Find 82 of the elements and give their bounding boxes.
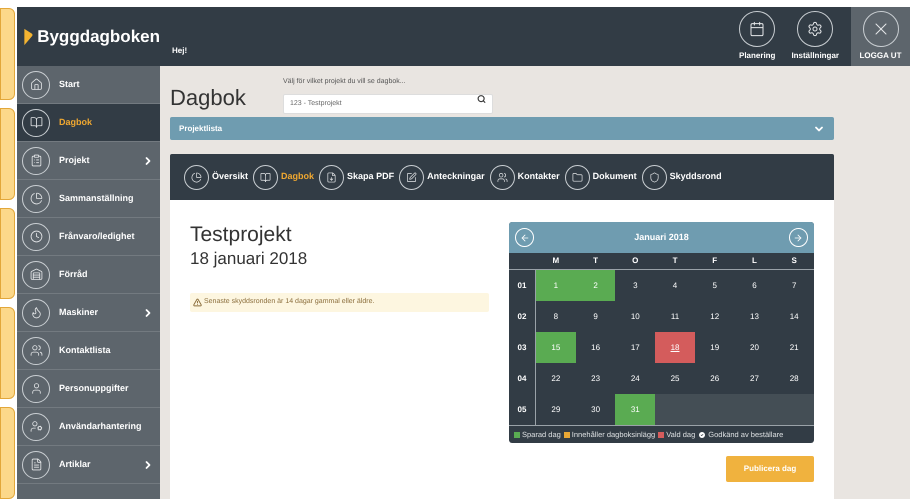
calendar-day[interactable]: 14 bbox=[774, 301, 814, 332]
calendar-day[interactable]: 6 bbox=[734, 270, 774, 301]
header-button[interactable]: Planering bbox=[730, 7, 784, 66]
person-icon bbox=[22, 374, 50, 402]
calendar-day[interactable]: 21 bbox=[774, 332, 814, 363]
calendar-day[interactable]: 9 bbox=[576, 301, 616, 332]
clipboard-icon bbox=[22, 146, 50, 174]
document-icon bbox=[22, 450, 50, 478]
header-button[interactable]: Inställningar bbox=[783, 7, 847, 66]
pie-chart-icon bbox=[22, 184, 50, 212]
book-icon bbox=[22, 108, 50, 136]
page-title: Dagbok bbox=[170, 84, 247, 112]
calendar-day[interactable]: 27 bbox=[734, 363, 774, 394]
calendar-day[interactable]: 4 bbox=[655, 270, 695, 301]
week-number: 04 bbox=[509, 363, 536, 394]
warehouse-icon bbox=[22, 260, 50, 288]
tab[interactable]: Dagbok bbox=[253, 164, 314, 190]
search-icon bbox=[477, 94, 486, 104]
tab[interactable]: Skapa PDF bbox=[319, 164, 394, 190]
brand-name: Byggdagboken bbox=[37, 26, 160, 48]
settings-icon bbox=[797, 11, 834, 47]
user-gear-icon bbox=[22, 412, 50, 440]
people-icon bbox=[22, 336, 50, 364]
tab[interactable]: Skyddsrond bbox=[642, 164, 722, 190]
tab[interactable]: Översikt bbox=[184, 164, 248, 190]
document-icon bbox=[319, 164, 344, 190]
shield-icon bbox=[642, 164, 667, 190]
calendar-month: Januari 2018 bbox=[634, 230, 689, 244]
house-icon bbox=[22, 70, 50, 98]
tab[interactable]: Anteckningar bbox=[399, 164, 485, 190]
calendar-icon bbox=[739, 11, 776, 47]
weekday-label: L bbox=[751, 255, 758, 267]
calendar-day[interactable]: 23 bbox=[576, 363, 616, 394]
project-name: Testprojekt bbox=[190, 222, 293, 248]
calendar-day[interactable]: 17 bbox=[615, 332, 656, 363]
book-icon bbox=[253, 164, 278, 190]
calendar-day[interactable]: 20 bbox=[734, 332, 774, 363]
calendar-day[interactable]: 24 bbox=[615, 363, 656, 394]
pie-chart-icon bbox=[184, 164, 209, 190]
calendar-day[interactable]: 3 bbox=[615, 270, 656, 301]
weekday-label: S bbox=[790, 255, 798, 267]
check-icon bbox=[698, 430, 706, 439]
previous-month-button[interactable] bbox=[515, 228, 534, 247]
greeting: Hej! bbox=[172, 45, 188, 57]
weekday-label: F bbox=[711, 255, 718, 267]
tab[interactable]: Kontakter bbox=[490, 164, 560, 190]
flame-icon bbox=[22, 298, 50, 326]
weekday-label: M bbox=[552, 255, 560, 267]
calendar-day[interactable]: 30 bbox=[576, 394, 616, 425]
people-icon bbox=[490, 164, 515, 190]
calendar-day[interactable]: 10 bbox=[615, 301, 656, 332]
project-date: 18 januari 2018 bbox=[190, 248, 308, 270]
weekday-label: T bbox=[592, 255, 600, 267]
calendar-day[interactable]: 28 bbox=[774, 363, 814, 394]
calendar-day[interactable]: 8 bbox=[536, 301, 576, 332]
calendar-day[interactable]: 22 bbox=[536, 363, 576, 394]
calendar-day[interactable]: 29 bbox=[536, 394, 576, 425]
close-icon bbox=[862, 11, 898, 47]
next-month-button[interactable] bbox=[788, 228, 808, 247]
week-number: 05 bbox=[509, 394, 536, 425]
calendar-day[interactable]: 7 bbox=[774, 270, 814, 301]
sidebar-item[interactable]: Dagbok bbox=[17, 104, 160, 142]
calendar-day[interactable]: 13 bbox=[734, 301, 774, 332]
arrow-left-icon bbox=[520, 232, 530, 242]
logout-button[interactable]: LOGGA UT bbox=[851, 7, 910, 66]
week-number: 02 bbox=[509, 301, 536, 332]
weekday-label: O bbox=[631, 255, 640, 267]
folder-icon bbox=[564, 164, 590, 190]
tab[interactable]: Dokument bbox=[564, 164, 637, 190]
note-icon bbox=[399, 164, 424, 190]
calendar-day[interactable]: 16 bbox=[576, 332, 616, 363]
clock-icon bbox=[22, 222, 50, 250]
calendar-day[interactable]: 19 bbox=[694, 332, 735, 363]
calendar-day[interactable]: 26 bbox=[694, 363, 735, 394]
calendar-day[interactable]: 11 bbox=[655, 301, 695, 332]
calendar-day[interactable]: 25 bbox=[655, 363, 695, 394]
arrow-right-icon bbox=[793, 232, 804, 242]
calendar-day[interactable]: 5 bbox=[694, 270, 735, 301]
warning-icon bbox=[193, 298, 202, 307]
calendar-day[interactable]: 12 bbox=[694, 301, 735, 332]
weekday-label: T bbox=[672, 255, 678, 267]
calendar-day[interactable]: 18 bbox=[655, 332, 695, 363]
